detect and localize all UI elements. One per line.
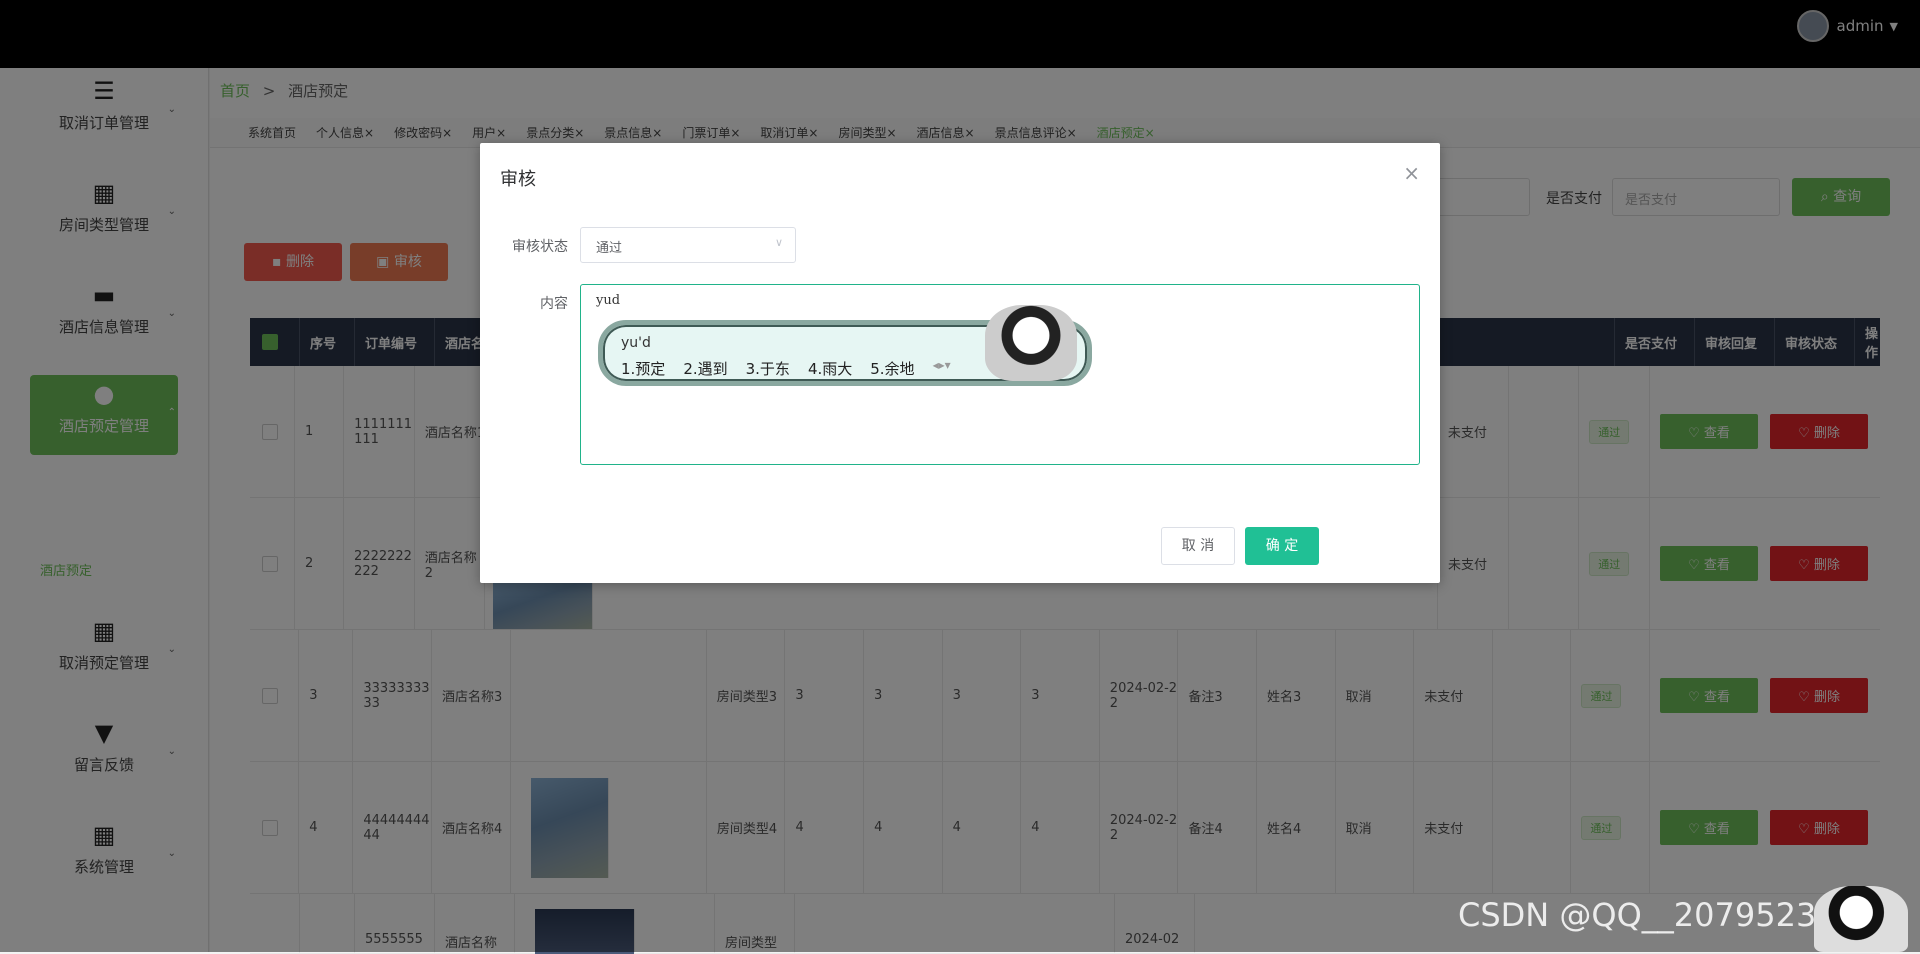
ime-page-arrows-icon[interactable]: ◂▸▾: [933, 358, 951, 379]
content-value: yud: [596, 293, 621, 308]
cancel-button[interactable]: 取 消: [1161, 527, 1235, 565]
ime-candidate[interactable]: 5.余地: [870, 358, 914, 379]
ime-candidate[interactable]: 4.雨大: [808, 358, 852, 379]
chevron-down-icon: ∨: [774, 236, 783, 249]
ime-candidate[interactable]: 2.遇到: [683, 358, 727, 379]
content-label: 内容: [540, 296, 568, 312]
status-label: 审核状态: [512, 239, 568, 255]
ime-candidate[interactable]: 1.预定: [621, 358, 665, 379]
dialog-title: 审核: [500, 169, 536, 190]
status-select[interactable]: 通过 ∨: [580, 227, 796, 263]
ime-candidate-window: yu'd 1.预定 2.遇到 3.于东 4.雨大 5.余地 ◂▸▾: [598, 305, 1092, 386]
mascot-icon: [1814, 886, 1908, 952]
ime-candidates: 1.预定 2.遇到 3.于东 4.雨大 5.余地 ◂▸▾: [621, 358, 969, 379]
confirm-button[interactable]: 确 定: [1245, 527, 1319, 565]
status-select-value: 通过: [596, 241, 623, 256]
ime-candidate[interactable]: 3.于东: [746, 358, 790, 379]
close-icon[interactable]: ×: [1403, 161, 1420, 185]
ime-mascot-icon: [985, 305, 1077, 381]
ime-input: yu'd: [621, 335, 651, 351]
